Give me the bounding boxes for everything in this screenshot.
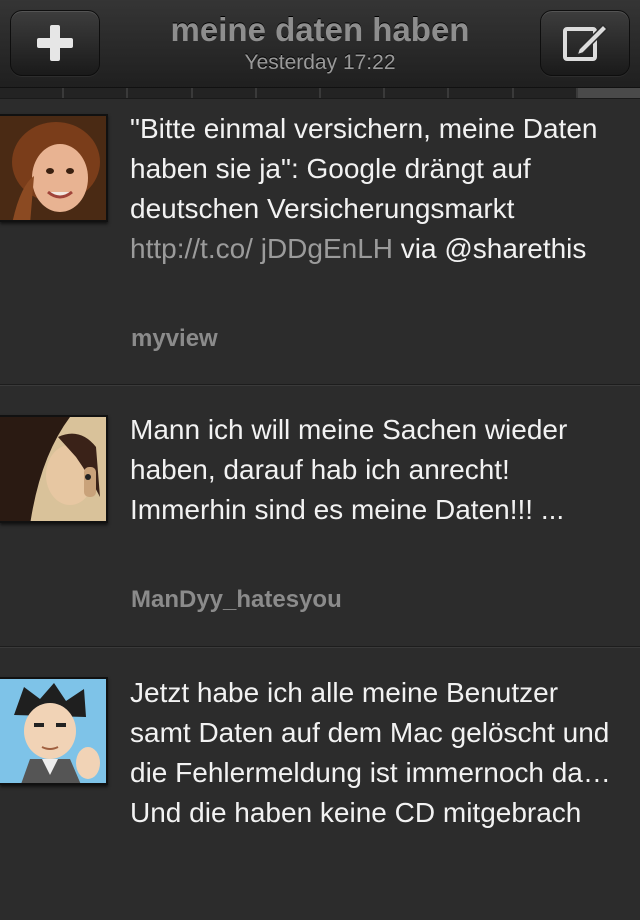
tweet-text: "Bitte einmal versichern, meine Daten ha… [130, 113, 598, 264]
tweet-row[interactable]: "Bitte einmal versichern, meine Daten ha… [0, 98, 640, 385]
compose-icon [563, 23, 609, 61]
tweet-list: "Bitte einmal versichern, meine Daten ha… [0, 98, 640, 920]
tab-7[interactable] [385, 88, 450, 98]
app: meine daten haben Yesterday 17:22 "Bitte… [0, 0, 640, 920]
tab-5[interactable] [257, 88, 322, 98]
page-subtitle: Yesterday 17:22 [244, 51, 396, 74]
page-title: meine daten haben [170, 11, 470, 48]
plus-icon [37, 25, 73, 61]
compose-button[interactable] [540, 10, 630, 76]
tweet-row[interactable]: Jetzt habe ich alle meine Benutzer samt … [0, 647, 640, 920]
navigation-bar: meine daten haben Yesterday 17:22 [0, 0, 640, 88]
avatar[interactable] [0, 415, 108, 523]
avatar[interactable] [0, 114, 108, 222]
tab-8[interactable] [449, 88, 514, 98]
tweet-username[interactable]: myview [131, 324, 218, 354]
tweet-row[interactable]: Mann ich will meine Sachen wieder haben,… [0, 385, 640, 647]
tab-3[interactable] [128, 88, 193, 98]
tweet-text: Jetzt habe ich alle meine Benutzer samt … [130, 677, 611, 828]
add-button[interactable] [10, 10, 100, 76]
tab-6[interactable] [321, 88, 386, 98]
tweet-link[interactable]: http://t.co/ jDDgEnLH [130, 233, 393, 264]
tweet-text: Mann ich will meine Sachen wieder haben,… [130, 414, 568, 525]
tab-10[interactable] [577, 88, 640, 98]
tab-9[interactable] [514, 88, 578, 98]
avatar[interactable] [0, 677, 108, 785]
tab-4[interactable] [193, 88, 257, 98]
tweet-username[interactable]: ManDyy_hatesyou [131, 585, 342, 615]
tab-2[interactable] [64, 88, 129, 98]
tab-1[interactable] [0, 88, 65, 98]
